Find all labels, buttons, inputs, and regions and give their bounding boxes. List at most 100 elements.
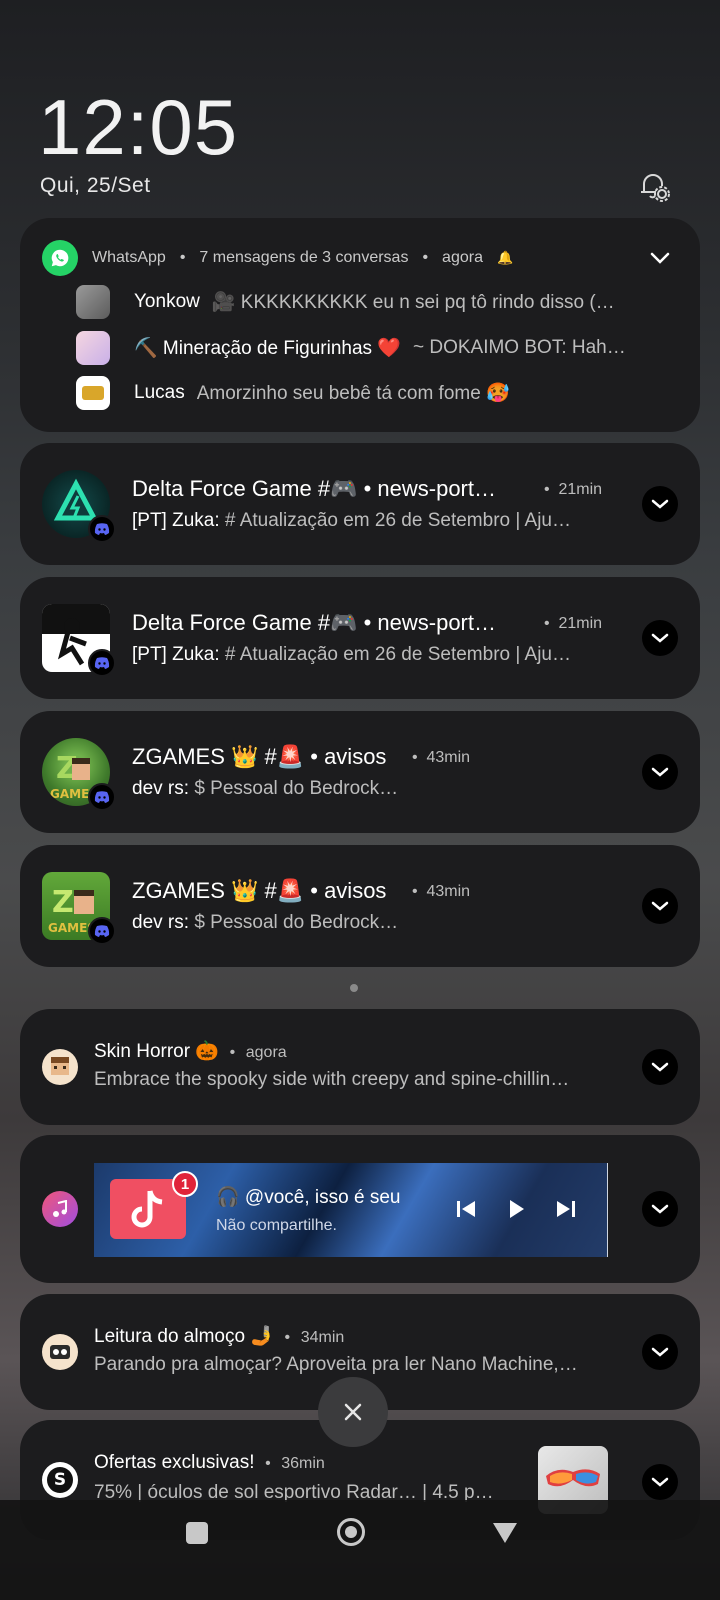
time-text: 21min	[558, 615, 603, 632]
notification-title-row: Ofertas exclusivas! • 36min	[94, 1452, 325, 1474]
notification-settings-icon[interactable]	[636, 168, 672, 204]
expand-button[interactable]	[642, 1464, 678, 1500]
expand-button[interactable]	[642, 1191, 678, 1227]
discord-notification[interactable]: Delta Force Game #🎮 • news-port… • 21min…	[20, 577, 700, 699]
sender: [PT] Zuka:	[132, 510, 220, 531]
conversation-row[interactable]: Lucas Amorzinho seu bebê tá com fome 🥵	[76, 376, 510, 410]
message-preview: 🎥 KKKKKKKKKK eu n sei pq tô rindo disso …	[211, 292, 615, 313]
whatsapp-notification[interactable]: WhatsApp • 7 mensagens de 3 conversas • …	[20, 218, 700, 432]
time-text: 21min	[558, 481, 603, 498]
notification-text: [PT] Zuka: # Atualização em 26 de Setemb…	[132, 510, 571, 532]
message: $ Pessoal do Bedrock…	[194, 778, 399, 799]
date: Qui, 25/Set	[40, 174, 151, 197]
timestamp: • 21min	[544, 481, 602, 499]
notification-text: [PT] Zuka: # Atualização em 26 de Setemb…	[132, 644, 571, 666]
separator: •	[412, 749, 418, 766]
media-title: 🎧 @você, isso é seu	[216, 1187, 401, 1208]
notification-title: Delta Force Game #🎮 • news-port…	[132, 476, 496, 501]
back-button[interactable]	[492, 1522, 518, 1549]
separator: •	[422, 249, 429, 266]
close-icon	[344, 1403, 362, 1421]
avatar	[76, 376, 110, 410]
recents-button[interactable]	[186, 1522, 208, 1544]
notification-text: Embrace the spooky side with creepy and …	[94, 1069, 570, 1090]
discord-icon	[88, 783, 116, 811]
timestamp: • 21min	[544, 615, 602, 633]
message: # Atualização em 26 de Setembro | Aju…	[224, 510, 572, 531]
next-track-button[interactable]	[554, 1197, 578, 1226]
previous-track-button[interactable]	[454, 1197, 478, 1226]
notification-title-row: Skin Horror 🎃 • agora	[94, 1039, 287, 1063]
timestamp: agora	[245, 1044, 287, 1061]
conversation-row[interactable]: ⛏️ Mineração de Figurinhas ❤️ ~ DOKAIMO …	[76, 331, 626, 365]
message-preview: ~ DOKAIMO BOT: Hah…	[412, 337, 626, 358]
sender: dev rs:	[132, 912, 190, 933]
timestamp: agora	[442, 249, 483, 266]
timestamp: • 43min	[412, 883, 470, 901]
media-subtitle: Não compartilhe.	[216, 1217, 337, 1234]
svg-text:Z: Z	[52, 885, 74, 920]
discord-icon	[88, 917, 116, 945]
message: # Atualização em 26 de Setembro | Aju…	[224, 644, 572, 665]
timestamp: 34min	[300, 1329, 345, 1346]
message: $ Pessoal do Bedrock…	[194, 912, 399, 933]
time-text: 43min	[426, 749, 471, 766]
expand-button[interactable]	[642, 240, 678, 276]
notification-text: dev rs: $ Pessoal do Bedrock…	[132, 912, 398, 934]
separator: •	[284, 1329, 291, 1346]
discord-notification[interactable]: Delta Force Game #🎮 • news-port… • 21min…	[20, 443, 700, 565]
notification-title: ZGAMES 👑 #🚨 • avisos	[132, 744, 387, 769]
media-player[interactable]: 1 🎧 @você, isso é seu Não compartilhe.	[94, 1163, 608, 1257]
summary: 7 mensagens de 3 conversas	[199, 249, 409, 266]
notification-title: ZGAMES 👑 #🚨 • avisos	[132, 878, 387, 903]
contact-name: Lucas	[134, 382, 185, 403]
avatar	[76, 285, 110, 319]
avatar	[76, 331, 110, 365]
discord-icon	[88, 515, 116, 543]
time-text: 43min	[426, 883, 471, 900]
app-icon	[42, 1334, 78, 1370]
notification-text: dev rs: $ Pessoal do Bedrock…	[132, 778, 398, 800]
home-button[interactable]	[337, 1518, 365, 1546]
notification-title: Skin Horror 🎃	[94, 1041, 220, 1062]
discord-notification[interactable]: Z GAMES ZGAMES 👑 #🚨 • avisos • 43min dev …	[20, 845, 700, 967]
timestamp: • 43min	[412, 749, 470, 767]
discord-notification[interactable]: Z GAMES ZGAMES 👑 #🚨 • avisos • 43min dev …	[20, 711, 700, 833]
sender: dev rs:	[132, 778, 190, 799]
shein-icon: S	[42, 1462, 78, 1498]
separator: •	[412, 883, 418, 900]
notification-title-row: Leitura do almoço 🤳 • 34min	[94, 1324, 344, 1348]
clock: 12:05	[38, 83, 239, 171]
skin-horror-notification[interactable]: Skin Horror 🎃 • agora Embrace the spooky…	[20, 1009, 700, 1125]
conversation-row[interactable]: Yonkow 🎥 KKKKKKKKKK eu n sei pq tô rindo…	[76, 285, 615, 319]
expand-button[interactable]	[642, 888, 678, 924]
music-app-icon	[42, 1191, 78, 1227]
notification-title: Delta Force Game #🎮 • news-port…	[132, 610, 496, 635]
discord-icon	[88, 649, 116, 677]
expand-button[interactable]	[642, 620, 678, 656]
page-indicator	[350, 984, 358, 992]
app-icon	[42, 1049, 78, 1085]
expand-button[interactable]	[642, 754, 678, 790]
contact-name: Yonkow	[134, 291, 200, 312]
separator: •	[229, 1044, 236, 1061]
contact-name: ⛏️ Mineração de Figurinhas ❤️	[134, 338, 401, 359]
separator: •	[544, 481, 550, 498]
message-preview: Amorzinho seu bebê tá com fome 🥵	[196, 383, 510, 404]
sender: [PT] Zuka:	[132, 644, 220, 665]
notification-count-badge: 1	[172, 1171, 198, 1197]
expand-button[interactable]	[642, 486, 678, 522]
app-name: WhatsApp	[92, 249, 166, 266]
navigation-bar	[0, 1500, 720, 1600]
notification-title: Leitura do almoço 🤳	[94, 1326, 274, 1347]
whatsapp-header: WhatsApp • 7 mensagens de 3 conversas • …	[42, 240, 513, 276]
play-button[interactable]	[504, 1197, 528, 1226]
expand-button[interactable]	[642, 1049, 678, 1085]
media-notification[interactable]: 1 🎧 @você, isso é seu Não compartilhe.	[20, 1135, 700, 1283]
clear-all-button[interactable]	[318, 1377, 388, 1447]
separator: •	[544, 615, 550, 632]
notification-text: Parando pra almoçar? Aproveita pra ler N…	[94, 1354, 578, 1375]
separator: •	[265, 1455, 271, 1472]
expand-button[interactable]	[642, 1334, 678, 1370]
notification-title: Ofertas exclusivas!	[94, 1452, 255, 1473]
